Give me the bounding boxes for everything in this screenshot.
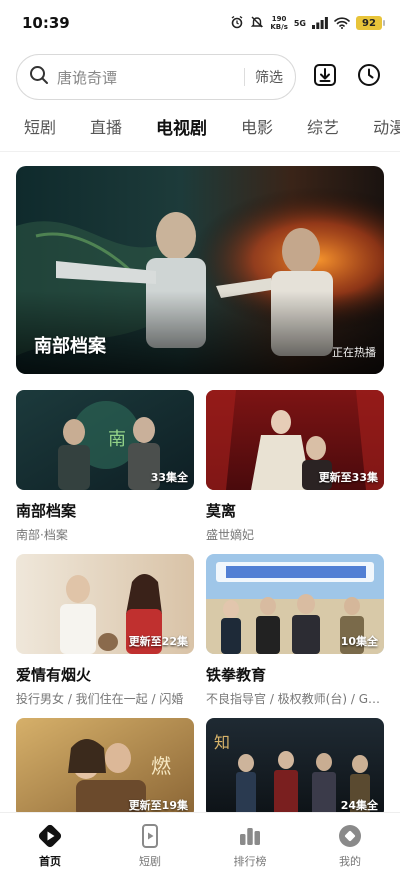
tab-dianshiju[interactable]: 电视剧 (156, 114, 207, 139)
nav-home[interactable]: 首页 (0, 813, 100, 889)
svg-text:燃: 燃 (151, 754, 171, 778)
category-tabs: 短剧 直播 电视剧 电影 综艺 动漫 (0, 110, 400, 142)
card-subtitle: 盛世嫡妃 (206, 528, 255, 542)
drama-card[interactable]: 知 24集全 (206, 718, 384, 818)
hero-title: 南部档案 (34, 336, 106, 357)
card-poster: 更新至33集 (206, 390, 384, 490)
drama-card[interactable]: 燃 更新至19集 (16, 718, 194, 818)
download-button[interactable] (312, 64, 338, 90)
hero-banner[interactable]: 南部档案 正在热播 (16, 166, 384, 374)
net-speed: 190 KB/s (270, 15, 287, 31)
tabs-divider (0, 151, 400, 152)
home-play-icon (37, 823, 63, 849)
download-icon (313, 63, 337, 91)
card-subtitle: 投行男女 / 我们住在一起 / 闪婚 (16, 692, 184, 706)
status-time: 10:39 (22, 14, 70, 32)
card-title: 南部档案 (16, 502, 77, 520)
phone-play-icon (137, 823, 163, 849)
signal-icon (312, 14, 328, 33)
card-poster: 知 24集全 (206, 718, 384, 818)
card-poster: 10集全 (206, 554, 384, 654)
search-input[interactable]: 唐诡奇谭 筛选 (16, 54, 296, 100)
wifi-icon (334, 14, 350, 33)
status-bar: 10:39 190 KB/s 5G 92 (0, 0, 400, 46)
nav-label: 我的 (339, 855, 361, 868)
nav-profile[interactable]: 我的 (300, 813, 400, 889)
search-divider (244, 68, 245, 86)
episode-badge: 更新至19集 (128, 799, 188, 812)
drama-card[interactable]: 10集全 铁拳教育 不良指导官 / 极权教师(台) / G… (206, 554, 384, 707)
nav-label: 排行榜 (233, 855, 267, 868)
card-subtitle: 南部·档案 (16, 528, 68, 542)
drama-card[interactable]: 更新至33集 莫离 盛世嫡妃 (206, 390, 384, 543)
card-poster: 南 33集全 (16, 390, 194, 490)
tab-dianying[interactable]: 电影 (241, 114, 273, 138)
alarm-icon (230, 14, 244, 33)
filter-button[interactable]: 筛选 (255, 67, 283, 87)
search-row: 唐诡奇谭 筛选 (16, 54, 384, 100)
episode-badge: 24集全 (340, 799, 378, 812)
history-button[interactable] (356, 64, 382, 90)
card-title: 爱情有烟火 (16, 666, 92, 684)
tab-duanju[interactable]: 短剧 (24, 114, 56, 138)
battery-icon: 92 (356, 16, 385, 30)
card-poster: 更新至22集 (16, 554, 194, 654)
hero-status-tag: 正在热播 (332, 346, 376, 359)
network-type: 5G (293, 18, 306, 28)
episode-badge: 更新至33集 (318, 471, 378, 484)
status-icons: 190 KB/s 5G 92 (230, 14, 385, 33)
net-speed-unit: KB/s (270, 23, 288, 31)
episode-badge: 33集全 (150, 471, 188, 484)
search-placeholder: 唐诡奇谭 (57, 68, 118, 87)
card-poster: 燃 更新至19集 (16, 718, 194, 818)
tab-zhibo[interactable]: 直播 (90, 114, 122, 138)
svg-text:南: 南 (108, 429, 126, 450)
nav-short-drama[interactable]: 短剧 (100, 813, 200, 889)
tab-zongyi[interactable]: 综艺 (307, 114, 339, 138)
bar-chart-icon (237, 823, 263, 849)
search-icon (29, 65, 49, 89)
nav-label: 首页 (39, 855, 61, 868)
history-icon (357, 63, 381, 91)
mute-icon (250, 14, 264, 33)
card-subtitle: 不良指导官 / 极权教师(台) / G… (206, 692, 381, 706)
nav-label: 短剧 (139, 855, 161, 868)
episode-badge: 10集全 (340, 635, 378, 648)
drama-card[interactable]: 更新至22集 爱情有烟火 投行男女 / 我们住在一起 / 闪婚 (16, 554, 194, 707)
svg-text:知: 知 (214, 733, 230, 752)
net-speed-value: 190 (271, 15, 287, 23)
card-title: 莫离 (206, 502, 237, 520)
bottom-nav: 首页 短剧 排行榜 我的 (0, 812, 400, 889)
tab-dongman[interactable]: 动漫 (373, 114, 400, 138)
episode-badge: 更新至22集 (128, 635, 188, 648)
card-title: 铁拳教育 (206, 666, 267, 684)
profile-icon (337, 823, 363, 849)
drama-card[interactable]: 南 33集全 南部档案 南部·档案 (16, 390, 194, 543)
nav-ranking[interactable]: 排行榜 (200, 813, 300, 889)
